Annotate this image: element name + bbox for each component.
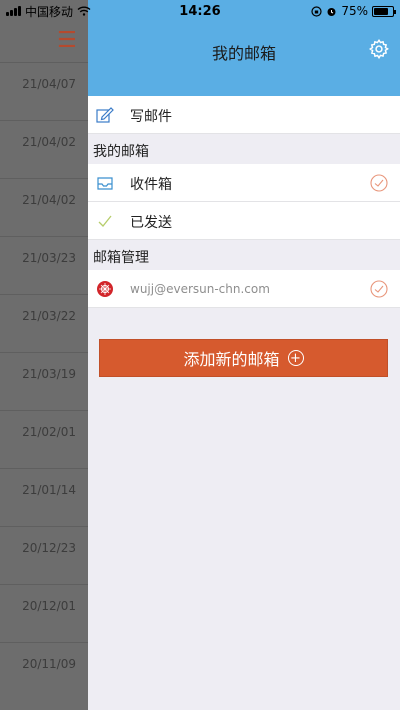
carrier-name: 中国移动: [25, 4, 74, 19]
mail-row[interactable]: 21/03/19: [0, 352, 88, 410]
section-mailbox: 我的邮箱: [88, 134, 400, 164]
mail-list-background: ☰ 21/04/07 21/04/02 21/04/02 21/03/23 21…: [0, 0, 88, 710]
status-left: 中国移动: [6, 3, 91, 20]
section-manage-label: 邮箱管理: [93, 250, 149, 266]
mail-row[interactable]: 21/04/07: [0, 62, 88, 120]
add-mailbox-button[interactable]: 添加新的邮箱 +: [99, 339, 388, 377]
mail-date: 21/04/02: [22, 193, 76, 207]
mail-row[interactable]: 21/04/02: [0, 120, 88, 178]
wifi-icon: [77, 6, 91, 16]
status-bar: 中国移动 14:26 75%: [0, 0, 400, 22]
status-right: 75%: [311, 4, 396, 18]
plus-circle-icon: +: [287, 350, 304, 366]
compose-icon: [96, 107, 114, 123]
compose-label: 写邮件: [130, 109, 172, 125]
mail-row[interactable]: 21/03/23: [0, 236, 88, 294]
account-row[interactable]: wujj@eversun-chn.com: [88, 270, 400, 308]
add-mailbox-label: 添加新的邮箱: [183, 350, 280, 369]
sent-label: 已发送: [130, 215, 172, 231]
account-avatar-icon: [97, 281, 113, 297]
side-drawer: 我的邮箱 写邮件 我的邮箱 收件箱 已发送 邮箱管理 wujj@eversun-…: [88, 0, 400, 710]
mail-row[interactable]: 21/01/14: [0, 468, 88, 526]
inbox-icon: [97, 177, 113, 190]
mail-date: 20/12/01: [22, 599, 76, 613]
gear-icon[interactable]: [368, 38, 390, 60]
mail-date: 21/03/19: [22, 367, 76, 381]
section-mailbox-label: 我的邮箱: [93, 144, 149, 160]
mail-date: 21/03/23: [22, 251, 76, 265]
orientation-lock-icon: [311, 5, 322, 17]
mail-row[interactable]: 20/12/23: [0, 526, 88, 584]
mail-row[interactable]: 20/11/09: [0, 642, 88, 700]
sent-row[interactable]: 已发送: [88, 202, 400, 240]
mail-date: 21/04/02: [22, 135, 76, 149]
check-circle-icon: [370, 280, 388, 298]
mail-row[interactable]: 21/02/01: [0, 410, 88, 468]
mail-row[interactable]: 21/04/02: [0, 178, 88, 236]
battery-icon: [372, 5, 396, 17]
check-circle-icon: [370, 174, 388, 192]
mail-date: 21/03/22: [22, 309, 76, 323]
signal-icon: [6, 6, 21, 16]
inbox-row[interactable]: 收件箱: [88, 164, 400, 202]
mail-date: 21/01/14: [22, 483, 76, 497]
mail-row[interactable]: 21/03/22: [0, 294, 88, 352]
compose-row[interactable]: 写邮件: [88, 96, 400, 134]
mail-date: 21/04/07: [22, 77, 76, 91]
inbox-label: 收件箱: [130, 177, 172, 193]
mail-date: 20/12/23: [22, 541, 76, 555]
mail-date: 20/11/09: [22, 657, 76, 671]
drawer-title: 我的邮箱: [211, 44, 276, 63]
mail-row[interactable]: 20/12/01: [0, 584, 88, 642]
section-manage: 邮箱管理: [88, 240, 400, 270]
menu-icon[interactable]: ☰: [57, 30, 77, 52]
battery-percent: 75%: [341, 4, 368, 18]
alarm-icon: [327, 7, 336, 16]
mail-date: 21/02/01: [22, 425, 76, 439]
check-icon: [98, 215, 112, 227]
account-email: wujj@eversun-chn.com: [130, 282, 270, 296]
